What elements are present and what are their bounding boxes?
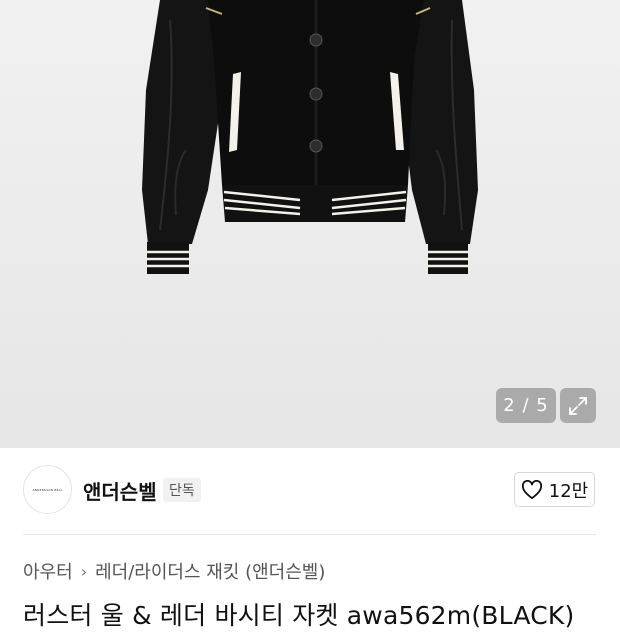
like-button[interactable]: 12만: [514, 472, 595, 507]
breadcrumb-category-link[interactable]: 아우터: [23, 558, 73, 584]
like-count: 12만: [548, 480, 589, 502]
exclusive-badge: 단독: [163, 478, 201, 502]
brand-logo[interactable]: ANDERSSON BELL: [23, 465, 72, 514]
section-divider: [23, 534, 596, 535]
brand-row: ANDERSSON BELL 앤더슨벨 단독 12만: [0, 448, 620, 534]
breadcrumb-subcategory-link[interactable]: 레더/라이더스 재킷 (앤더슨벨): [95, 558, 325, 584]
image-counter: 2 / 5: [496, 388, 556, 423]
product-title: 러스터 울 & 레더 바시티 자켓 awa562m(BLACK): [23, 601, 575, 630]
expand-image-button[interactable]: [560, 388, 596, 423]
brand-name-link[interactable]: 앤더슨벨: [83, 476, 157, 505]
brand-logo-text: ANDERSSON BELL: [32, 487, 63, 492]
breadcrumb: 아우터 › 레더/라이더스 재킷 (앤더슨벨): [23, 558, 325, 584]
heart-outline-icon: [521, 479, 542, 499]
chevron-right-icon: ›: [80, 561, 88, 581]
varsity-jacket-image: [142, 0, 478, 274]
product-image-gallery[interactable]: 2 / 5: [0, 0, 620, 448]
expand-arrows-icon: [569, 396, 587, 415]
